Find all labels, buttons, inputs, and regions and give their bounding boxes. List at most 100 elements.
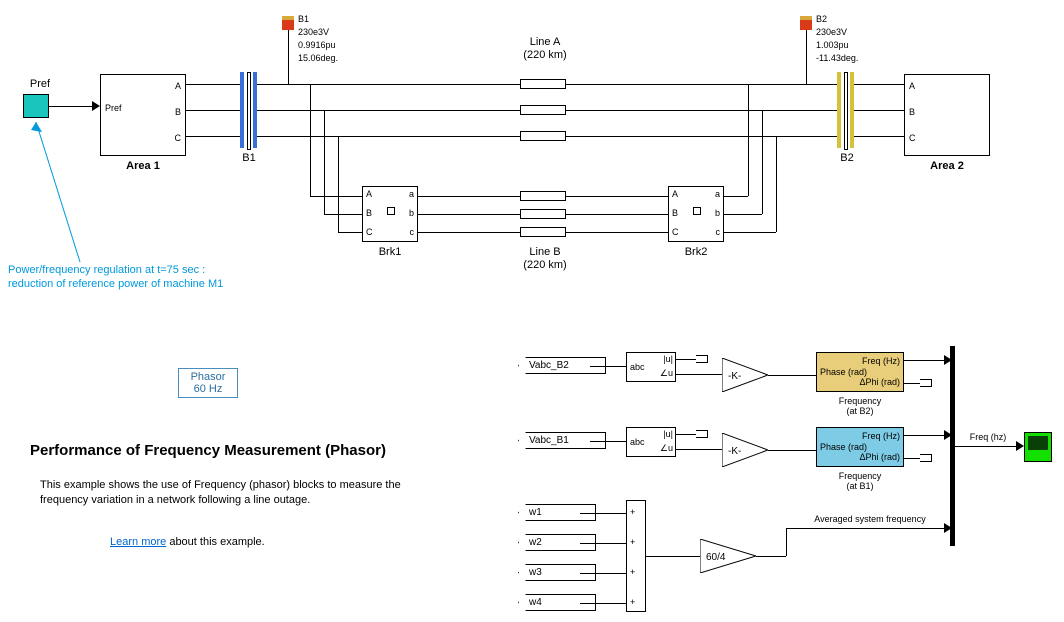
wire bbox=[854, 84, 904, 85]
wire bbox=[762, 110, 763, 214]
wire bbox=[724, 214, 762, 215]
area1-block[interactable]: Pref A B C bbox=[100, 74, 186, 156]
area2-port-c: C bbox=[909, 133, 916, 143]
b1-deg: 15.06deg. bbox=[298, 53, 338, 63]
abc-block-2[interactable]: abc |u| ∠u bbox=[626, 427, 676, 457]
phasor-l2: 60 Hz bbox=[179, 383, 237, 395]
area1-port-a: A bbox=[175, 81, 181, 91]
bus-b2[interactable] bbox=[837, 72, 841, 148]
b2-scope-icon[interactable] bbox=[800, 16, 812, 30]
gain-k-1[interactable]: -K- bbox=[722, 358, 768, 392]
wire bbox=[418, 196, 520, 197]
area2-label: Area 2 bbox=[904, 160, 990, 172]
lineB-km: (220 km) bbox=[490, 259, 600, 271]
pref-block[interactable] bbox=[23, 94, 49, 118]
b2-deg: -11.43deg. bbox=[816, 53, 858, 63]
wire bbox=[806, 30, 807, 84]
area1-port-b: B bbox=[175, 107, 181, 117]
wire bbox=[310, 196, 362, 197]
abc-block-1[interactable]: abc |u| ∠u bbox=[626, 352, 676, 382]
pref-label: Pref bbox=[20, 78, 60, 90]
terminator-1[interactable] bbox=[696, 355, 708, 363]
freq-b1-label: Frequency (at B1) bbox=[816, 471, 904, 491]
page-title: Performance of Frequency Measurement (Ph… bbox=[30, 442, 470, 459]
terminator-4[interactable] bbox=[920, 454, 932, 462]
brk1-block[interactable]: A B C a b c bbox=[362, 186, 418, 242]
wire bbox=[186, 84, 240, 85]
wire bbox=[854, 136, 904, 137]
learn-more-link[interactable]: Learn more bbox=[110, 536, 166, 548]
lineA-km: (220 km) bbox=[490, 49, 600, 61]
wire bbox=[566, 196, 668, 197]
avg-freq-label: Averaged system frequency bbox=[800, 514, 940, 524]
lineB-seg2[interactable] bbox=[520, 209, 566, 219]
b1-scope-icon[interactable] bbox=[282, 16, 294, 30]
wire bbox=[748, 84, 749, 196]
wire bbox=[418, 232, 520, 233]
wire bbox=[776, 136, 777, 232]
arrow-into-area1 bbox=[92, 101, 100, 111]
area2-port-a: A bbox=[909, 81, 915, 91]
b1-name: B1 bbox=[298, 14, 309, 24]
area1-label: Area 1 bbox=[100, 160, 186, 172]
lineB-name: Line B bbox=[490, 246, 600, 258]
wire bbox=[566, 214, 668, 215]
learn-more-suffix: about this example. bbox=[166, 536, 264, 548]
learn-more-row: Learn more about this example. bbox=[110, 536, 265, 548]
lineA-seg1[interactable] bbox=[520, 79, 566, 89]
b2-name: B2 bbox=[816, 14, 827, 24]
brk2-block[interactable]: A B C a b c bbox=[668, 186, 724, 242]
bus-b2-mid bbox=[844, 72, 848, 150]
wire bbox=[418, 214, 520, 215]
b1-v: 230e3V bbox=[298, 27, 329, 37]
scope-block[interactable] bbox=[1024, 432, 1052, 462]
wire bbox=[324, 110, 325, 214]
wire bbox=[324, 214, 362, 215]
wire bbox=[49, 106, 92, 107]
wire bbox=[566, 232, 668, 233]
diagram-canvas: Pref Pref A B C Area 1 B1 B1 230e3V 0.99… bbox=[0, 0, 1064, 622]
bus-b1[interactable] bbox=[240, 72, 244, 148]
wire bbox=[724, 232, 776, 233]
freq-out-label: Freq (hz) bbox=[958, 432, 1018, 442]
wire bbox=[186, 136, 240, 137]
b2-pu: 1.003pu bbox=[816, 40, 849, 50]
area1-port-c: C bbox=[175, 133, 182, 143]
bus-b1-label: B1 bbox=[232, 152, 266, 164]
lineA-seg3[interactable] bbox=[520, 131, 566, 141]
b1-pu: 0.9916pu bbox=[298, 40, 336, 50]
annotation-line1: Power/frequency regulation at t=75 sec : bbox=[8, 264, 288, 276]
lineB-seg3[interactable] bbox=[520, 227, 566, 237]
b2-v: 230e3V bbox=[816, 27, 847, 37]
area1-pref-port: Pref bbox=[105, 103, 122, 113]
freq-block-b1[interactable]: Phase (rad) Freq (Hz) ΔPhi (rad) bbox=[816, 427, 904, 467]
annotation-line2: reduction of reference power of machine … bbox=[8, 278, 288, 290]
svg-text:-K-: -K- bbox=[728, 371, 741, 382]
wire bbox=[338, 232, 362, 233]
area2-port-b: B bbox=[909, 107, 915, 117]
terminator-3[interactable] bbox=[696, 430, 708, 438]
brk1-label: Brk1 bbox=[362, 246, 418, 258]
svg-text:-K-: -K- bbox=[728, 446, 741, 457]
brk2-label: Brk2 bbox=[668, 246, 724, 258]
lineA-name: Line A bbox=[490, 36, 600, 48]
phasor-l1: Phasor bbox=[179, 371, 237, 383]
bus-b2-label: B2 bbox=[830, 152, 864, 164]
wire bbox=[186, 110, 240, 111]
annotation-arrow bbox=[30, 118, 90, 264]
wire bbox=[338, 136, 339, 232]
wire bbox=[310, 84, 311, 196]
gain-k-2[interactable]: -K- bbox=[722, 433, 768, 467]
freq-b2-label: Frequency (at B2) bbox=[816, 396, 904, 416]
lineA-seg2[interactable] bbox=[520, 105, 566, 115]
lineB-seg1[interactable] bbox=[520, 191, 566, 201]
powergui-block[interactable]: Phasor 60 Hz bbox=[178, 368, 238, 398]
area2-block[interactable]: A B C bbox=[904, 74, 990, 156]
bus-b1-mid bbox=[247, 72, 251, 150]
page-description: This example shows the use of Frequency … bbox=[40, 478, 440, 508]
freq-block-b2[interactable]: Phase (rad) Freq (Hz) ΔPhi (rad) bbox=[816, 352, 904, 392]
sum-block[interactable]: + + + + bbox=[626, 500, 646, 612]
gain-60-4[interactable]: 60/4 bbox=[700, 539, 756, 573]
wire bbox=[854, 110, 904, 111]
terminator-2[interactable] bbox=[920, 379, 932, 387]
